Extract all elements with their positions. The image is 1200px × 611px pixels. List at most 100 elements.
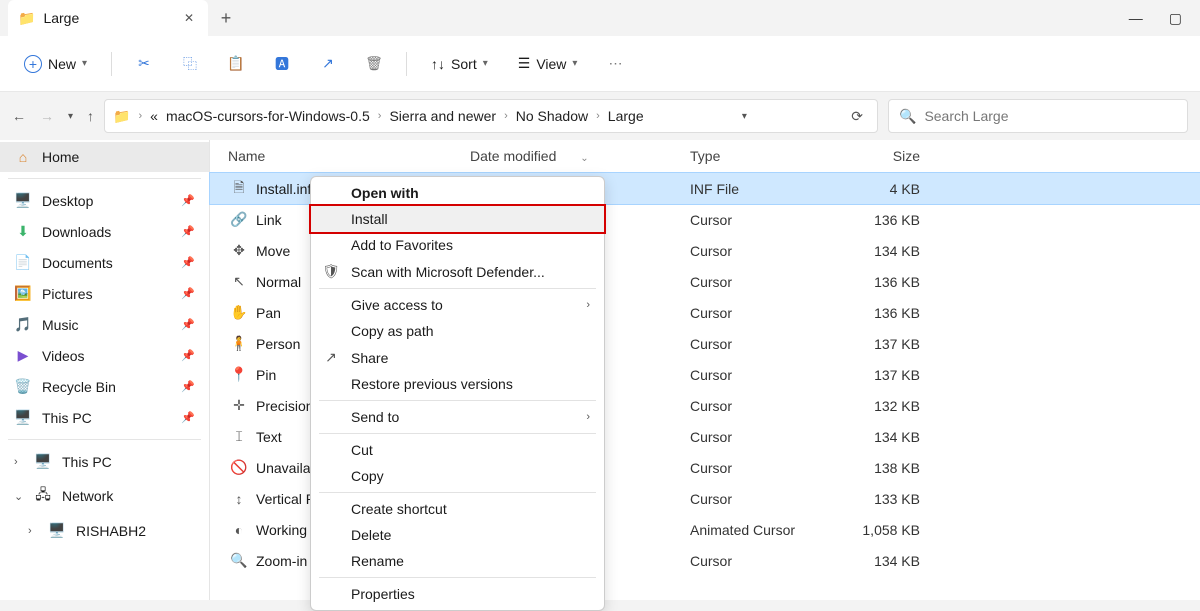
pin-icon[interactable]: 📌 bbox=[181, 194, 195, 207]
breadcrumb-part[interactable]: Sierra and newer bbox=[389, 108, 496, 124]
breadcrumb[interactable]: 📁 › « macOS-cursors-for-Windows-0.5 › Si… bbox=[104, 99, 878, 133]
file-size: 134 KB bbox=[850, 243, 930, 259]
refresh-button[interactable]: ⟳ bbox=[845, 108, 869, 125]
sort-button[interactable]: ↑↓ Sort ▾ bbox=[421, 50, 498, 78]
ctx-share[interactable]: ↗Share bbox=[311, 344, 604, 371]
cut-button[interactable]: ✂ bbox=[126, 46, 162, 82]
file-size: 4 KB bbox=[850, 181, 930, 197]
ctx-create-shortcut[interactable]: Create shortcut bbox=[311, 496, 604, 522]
nav-quick-documents[interactable]: 📄Documents📌 bbox=[0, 247, 209, 278]
file-size: 134 KB bbox=[850, 553, 930, 569]
shield-icon: 🛡 bbox=[321, 263, 341, 280]
share-button[interactable]: ↗ bbox=[310, 46, 346, 82]
folder-icon: 📁 bbox=[18, 10, 35, 27]
ctx-restore-versions[interactable]: Restore previous versions bbox=[311, 371, 604, 397]
share-icon: ↗ bbox=[321, 349, 341, 366]
file-name: Pan bbox=[250, 305, 281, 321]
col-size[interactable]: Size bbox=[850, 148, 930, 164]
col-name[interactable]: Name bbox=[210, 148, 470, 164]
file-type: Cursor bbox=[690, 491, 850, 507]
copy-button[interactable]: ⿻ bbox=[172, 46, 208, 82]
file-type: Cursor bbox=[690, 336, 850, 352]
tree-host[interactable]: › 🖥️ RISHABH2 bbox=[0, 515, 209, 546]
sort-icon: ↑↓ bbox=[431, 56, 445, 72]
ctx-send-to[interactable]: Send to› bbox=[311, 404, 604, 430]
chevron-down-icon: ▾ bbox=[483, 58, 488, 69]
pin-icon[interactable]: 📌 bbox=[181, 318, 195, 331]
nav-item-label: Pictures bbox=[42, 286, 93, 302]
pin-icon[interactable]: 📌 bbox=[181, 411, 195, 424]
file-name: Person bbox=[250, 336, 300, 352]
rename-button[interactable]: 🅰 bbox=[264, 46, 300, 82]
nav-item-label: Recycle Bin bbox=[42, 379, 116, 395]
ctx-open-with[interactable]: Open with bbox=[311, 180, 604, 206]
pin-icon[interactable]: 📌 bbox=[181, 225, 195, 238]
chevron-down-icon[interactable]: ⌄ bbox=[14, 490, 24, 503]
maximize-button[interactable]: ▢ bbox=[1169, 10, 1182, 27]
new-tab-button[interactable]: + bbox=[208, 8, 244, 29]
file-name: Text bbox=[250, 429, 282, 445]
ctx-add-favorites[interactable]: Add to Favorites bbox=[311, 232, 604, 258]
nav-quick-downloads[interactable]: ⬇Downloads📌 bbox=[0, 216, 209, 247]
ctx-copy[interactable]: Copy bbox=[311, 463, 604, 489]
breadcrumb-part[interactable]: macOS-cursors-for-Windows-0.5 bbox=[166, 108, 370, 124]
network-icon: 🖧 bbox=[34, 484, 52, 508]
tab-current[interactable]: 📁 Large ✕ bbox=[8, 0, 208, 36]
tree-network[interactable]: ⌄ 🖧 Network bbox=[0, 477, 209, 515]
close-tab-icon[interactable]: ✕ bbox=[184, 11, 194, 25]
forward-button[interactable]: → bbox=[40, 108, 54, 124]
file-name: Install.inf bbox=[250, 181, 311, 197]
nav-quick-music[interactable]: 🎵Music📌 bbox=[0, 309, 209, 340]
chevron-right-icon[interactable]: › bbox=[14, 456, 24, 468]
ctx-cut[interactable]: Cut bbox=[311, 437, 604, 463]
pin-icon[interactable]: 📌 bbox=[181, 380, 195, 393]
ctx-give-access[interactable]: Give access to› bbox=[311, 292, 604, 318]
path-dropdown-icon[interactable]: ▾ bbox=[736, 111, 753, 122]
nav-quick-videos[interactable]: ▶Videos📌 bbox=[0, 340, 209, 371]
minimize-button[interactable]: — bbox=[1129, 10, 1143, 27]
file-icon: ✋ bbox=[228, 304, 250, 321]
col-type[interactable]: Type bbox=[690, 148, 850, 164]
file-type: Cursor bbox=[690, 429, 850, 445]
breadcrumb-part[interactable]: No Shadow bbox=[516, 108, 588, 124]
file-type: Cursor bbox=[690, 212, 850, 228]
tree-network-label: Network bbox=[62, 488, 113, 504]
delete-button[interactable]: 🗑 bbox=[356, 46, 392, 82]
up-button[interactable]: ↑ bbox=[87, 108, 94, 124]
file-name: Link bbox=[250, 212, 282, 228]
nav-quick-this-pc[interactable]: 🖥️This PC📌 bbox=[0, 402, 209, 433]
pin-icon[interactable]: 📌 bbox=[181, 287, 195, 300]
nav-quick-recycle-bin[interactable]: 🗑️Recycle Bin📌 bbox=[0, 371, 209, 402]
pin-icon[interactable]: 📌 bbox=[181, 256, 195, 269]
location-icon: ⬇ bbox=[14, 223, 32, 240]
nav-item-label: Music bbox=[42, 317, 79, 333]
breadcrumb-part[interactable]: Large bbox=[608, 108, 644, 124]
file-size: 137 KB bbox=[850, 367, 930, 383]
search-placeholder: Search Large bbox=[924, 108, 1008, 124]
file-type: Cursor bbox=[690, 243, 850, 259]
ctx-delete[interactable]: Delete bbox=[311, 522, 604, 548]
file-name: Normal bbox=[250, 274, 301, 290]
ctx-copy-path[interactable]: Copy as path bbox=[311, 318, 604, 344]
ctx-rename[interactable]: Rename bbox=[311, 548, 604, 574]
ctx-properties[interactable]: Properties bbox=[311, 581, 604, 607]
back-button[interactable]: ← bbox=[12, 108, 26, 124]
more-button[interactable]: ⋯ bbox=[597, 46, 633, 82]
paste-button[interactable]: 📋 bbox=[218, 46, 254, 82]
tree-thispc[interactable]: › 🖥️ This PC bbox=[0, 446, 209, 477]
new-button[interactable]: + New ▾ bbox=[14, 49, 97, 79]
breadcrumb-overflow[interactable]: « bbox=[150, 108, 158, 124]
file-size: 136 KB bbox=[850, 305, 930, 321]
nav-item-label: This PC bbox=[42, 410, 92, 426]
nav-quick-desktop[interactable]: 🖥️Desktop📌 bbox=[0, 185, 209, 216]
ctx-install[interactable]: Install bbox=[311, 206, 604, 232]
search-input[interactable]: 🔍 Search Large bbox=[888, 99, 1188, 133]
nav-home[interactable]: ⌂ Home bbox=[0, 142, 209, 172]
chevron-right-icon[interactable]: › bbox=[28, 525, 38, 537]
col-date[interactable]: Date modified ⌄ bbox=[470, 148, 690, 164]
pin-icon[interactable]: 📌 bbox=[181, 349, 195, 362]
nav-quick-pictures[interactable]: 🖼️Pictures📌 bbox=[0, 278, 209, 309]
ctx-defender-scan[interactable]: 🛡Scan with Microsoft Defender... bbox=[311, 258, 604, 285]
history-dropdown[interactable]: ▾ bbox=[68, 111, 73, 122]
view-button[interactable]: ☰ View ▾ bbox=[508, 49, 588, 78]
